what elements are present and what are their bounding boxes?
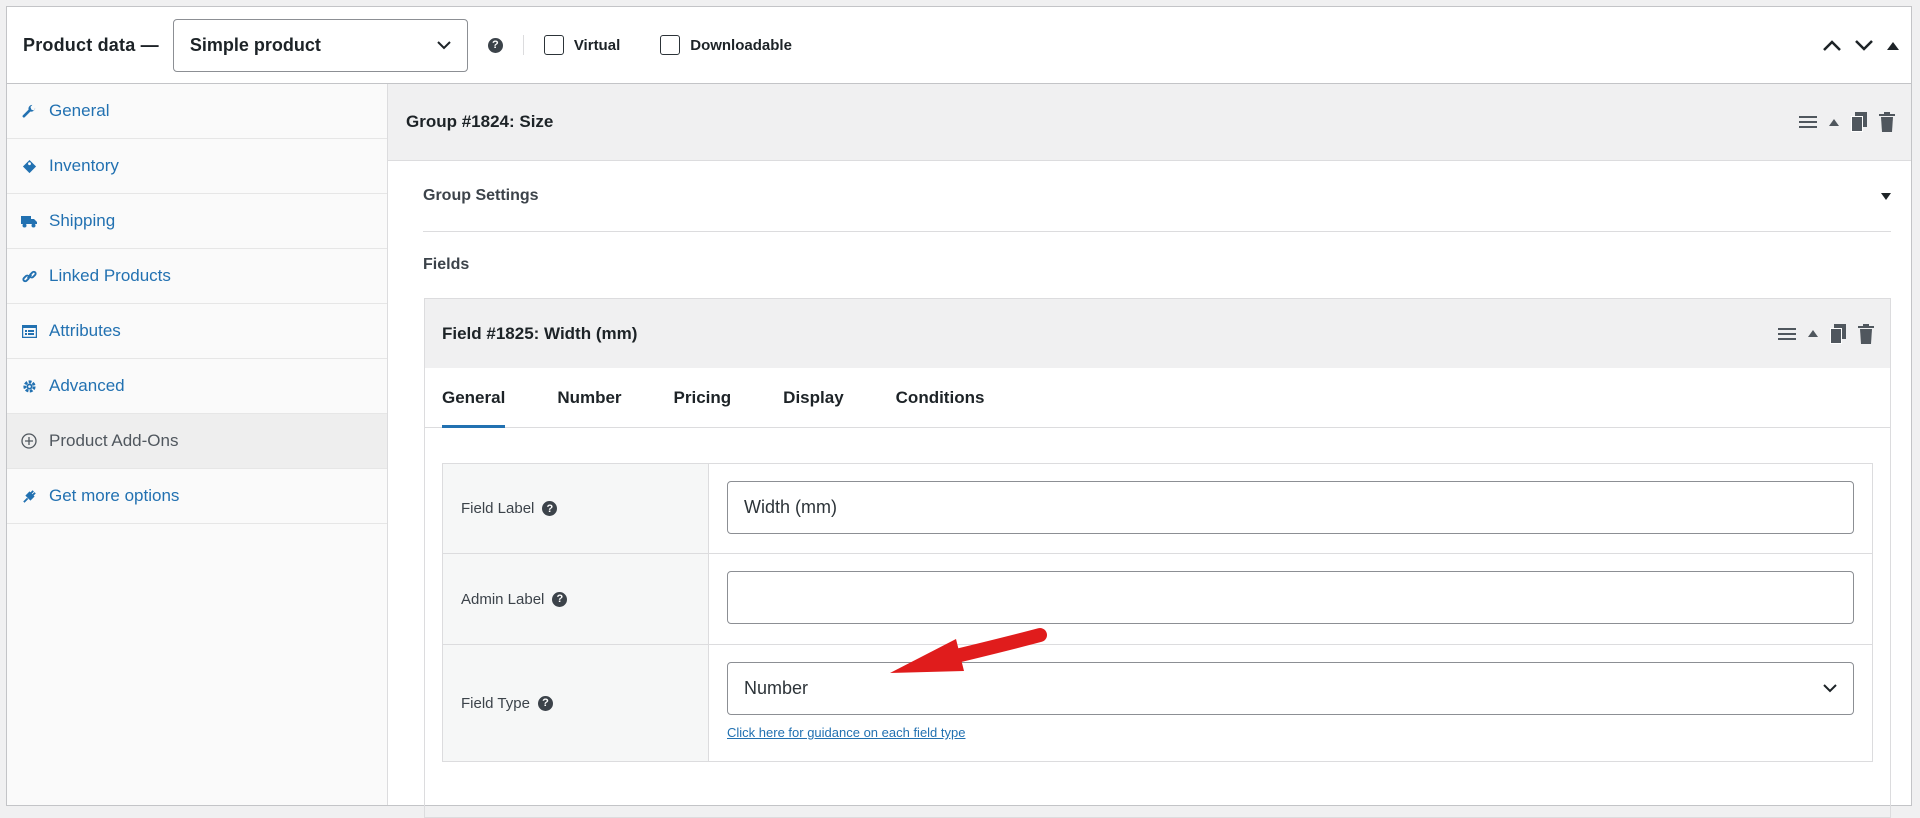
group-header[interactable]: Group #1824: Size — [388, 84, 1911, 161]
field-type-guidance-link[interactable]: Click here for guidance on each field ty… — [727, 725, 1854, 740]
field-tools — [1778, 323, 1874, 344]
duplicate-icon[interactable] — [1830, 323, 1846, 344]
sidebar-item-advanced[interactable]: Advanced — [7, 359, 387, 414]
tab-display[interactable]: Display — [783, 368, 843, 428]
sidebar-item-label: Inventory — [49, 156, 119, 175]
sidebar-item-product-add-ons[interactable]: Product Add-Ons — [7, 414, 387, 469]
chevron-down-icon — [437, 40, 451, 49]
help-icon[interactable]: ? — [552, 591, 568, 607]
admin-label-input[interactable] — [727, 571, 1854, 624]
chevron-down-icon — [1823, 684, 1837, 693]
downloadable-label: Downloadable — [690, 36, 792, 54]
field-settings-table: Field Label ? Width (mm) Admin Label ? F… — [442, 463, 1873, 762]
field-label-value-cell: Width (mm) — [709, 464, 1872, 553]
gear-icon — [21, 379, 37, 394]
sidebar-item-label: Product Add-Ons — [49, 431, 179, 450]
sidebar-item-label: General — [49, 101, 110, 120]
sidebar-item-shipping[interactable]: Shipping — [7, 194, 387, 249]
tab-number[interactable]: Number — [557, 368, 621, 428]
panel-title: Product data — — [23, 34, 159, 55]
downloadable-checkbox-box[interactable] — [660, 35, 681, 55]
trash-icon[interactable] — [1858, 323, 1874, 344]
tab-conditions[interactable]: Conditions — [896, 368, 985, 428]
admin-label-name: Admin Label — [461, 590, 545, 608]
collapse-triangle-icon[interactable] — [1829, 118, 1839, 126]
red-arrow-annotation — [890, 628, 1047, 673]
tag-icon — [21, 159, 37, 174]
group-tools — [1799, 112, 1895, 132]
sidebar-item-linked-products[interactable]: Linked Products — [7, 249, 387, 304]
product-type-value: Simple product — [189, 34, 321, 55]
drag-handle-icon[interactable] — [1778, 327, 1796, 341]
expand-triangle-icon — [1881, 192, 1891, 200]
table-row: Field Type ? Number Click here for guida… — [443, 645, 1872, 761]
sidebar-item-attributes[interactable]: Attributes — [7, 304, 387, 359]
link-icon — [21, 269, 37, 284]
sidebar-item-general[interactable]: General — [7, 84, 387, 139]
plugin-icon — [21, 489, 37, 504]
field-tabs: General Number Pricing Display Condition… — [425, 368, 1890, 428]
wrench-icon — [21, 104, 37, 119]
admin-label-value-cell — [709, 554, 1872, 644]
trash-icon[interactable] — [1879, 112, 1895, 132]
plus-circle-icon — [21, 433, 37, 449]
virtual-label: Virtual — [573, 36, 621, 54]
field-type-value-cell: Number Click here for guidance on each f… — [709, 645, 1872, 761]
product-data-tabs: General Inventory Shipping Linked Produc… — [7, 84, 388, 805]
tab-general[interactable]: General — [442, 368, 506, 428]
field-type-value: Number — [744, 678, 809, 698]
fields-heading: Fields — [423, 256, 470, 273]
product-type-select[interactable]: Simple product — [172, 18, 468, 72]
sidebar-item-inventory[interactable]: Inventory — [7, 139, 387, 194]
truck-icon — [21, 215, 37, 228]
table-row: Admin Label ? — [443, 554, 1872, 645]
divider — [522, 35, 524, 55]
sidebar-item-get-more-options[interactable]: Get more options — [7, 469, 387, 524]
collapse-triangle-icon[interactable] — [1808, 330, 1818, 337]
tab-pricing[interactable]: Pricing — [674, 368, 732, 428]
field-type-name: Field Type — [461, 694, 530, 712]
sidebar-item-label: Get more options — [49, 486, 180, 505]
table-row: Field Label ? Width (mm) — [443, 464, 1872, 554]
virtual-checkbox[interactable]: Virtual — [543, 35, 621, 55]
field-title: Field #1825: Width (mm) — [442, 323, 638, 343]
sidebar-item-label: Attributes — [49, 321, 121, 340]
drag-handle-icon[interactable] — [1799, 115, 1817, 129]
add-ons-main: Group #1824: Size Group Settings Fields … — [388, 84, 1911, 818]
help-icon[interactable]: ? — [487, 37, 503, 53]
duplicate-icon[interactable] — [1851, 112, 1867, 132]
product-data-header: Product data — Simple product ? Virtual … — [7, 7, 1911, 84]
sidebar-item-label: Shipping — [49, 211, 116, 230]
field-label-cell: Field Label ? — [443, 464, 709, 553]
chevron-up-icon[interactable] — [1823, 40, 1841, 51]
downloadable-checkbox[interactable]: Downloadable — [660, 35, 792, 55]
sidebar-item-label: Advanced — [49, 376, 125, 395]
panel-controls — [1823, 7, 1899, 84]
group-settings-label: Group Settings — [423, 187, 539, 204]
admin-label-cell: Admin Label ? — [443, 554, 709, 644]
collapse-triangle-icon[interactable] — [1887, 41, 1899, 50]
field-panel: Field #1825: Width (mm) General Number P… — [424, 298, 1891, 818]
list-icon — [21, 324, 37, 338]
help-icon[interactable]: ? — [537, 695, 553, 711]
field-label-name: Field Label — [461, 500, 535, 517]
group-settings-toggle[interactable]: Group Settings — [423, 161, 1891, 232]
group-title: Group #1824: Size — [406, 112, 554, 131]
virtual-checkbox-box[interactable] — [543, 35, 564, 55]
sidebar-item-label: Linked Products — [49, 266, 171, 285]
product-data-panel: Product data — Simple product ? Virtual … — [6, 6, 1912, 818]
field-type-cell: Field Type ? — [443, 645, 709, 761]
chevron-down-icon[interactable] — [1855, 40, 1873, 51]
field-header[interactable]: Field #1825: Width (mm) — [425, 299, 1890, 368]
help-icon[interactable]: ? — [542, 501, 558, 516]
field-label-input[interactable]: Width (mm) — [727, 481, 1854, 534]
